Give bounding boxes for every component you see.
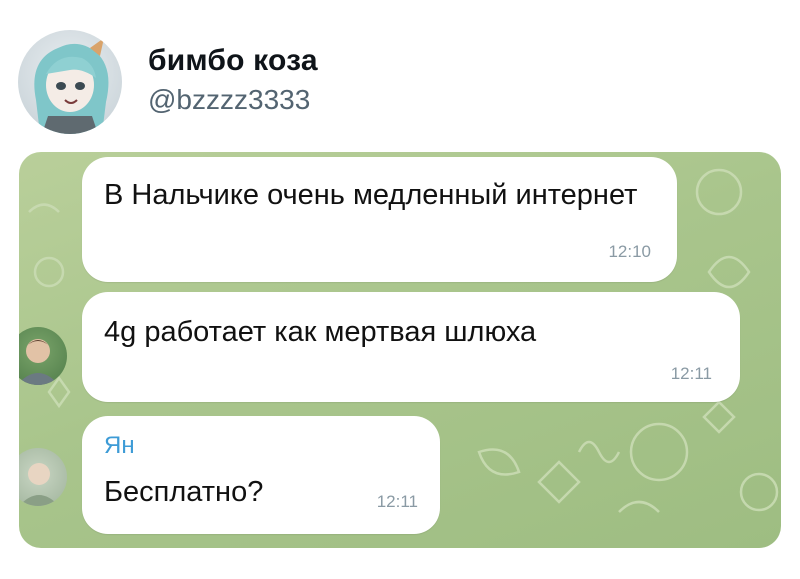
anime-character-icon [34,38,109,134]
sender-name[interactable]: Ян [104,432,135,460]
message-bubble[interactable]: В Нальчике очень медленный интернет 12:1… [82,157,677,282]
message-text: В Нальчике очень медленный интернет [104,179,638,211]
chat-screenshot[interactable]: В Нальчике очень медленный интернет 12:1… [19,152,781,548]
tweet-header: бимбо коза @bzzzz3333 [0,0,800,150]
message-time: 12:10 [608,242,651,261]
display-name[interactable]: бимбо коза [148,44,318,78]
profile-avatar[interactable] [18,30,122,134]
message-bubble[interactable]: 4g работает как мертвая шлюха 12:11 [82,292,740,402]
message-time: 12:11 [670,364,712,383]
user-handle[interactable]: @bzzzz3333 [148,84,310,116]
message-time: 12:11 [376,492,418,511]
message-text: Бесплатно? [104,476,264,508]
message-text: 4g работает как мертвая шлюха [104,316,537,348]
message-bubble[interactable]: Ян Бесплатно? 12:11 [82,416,440,534]
